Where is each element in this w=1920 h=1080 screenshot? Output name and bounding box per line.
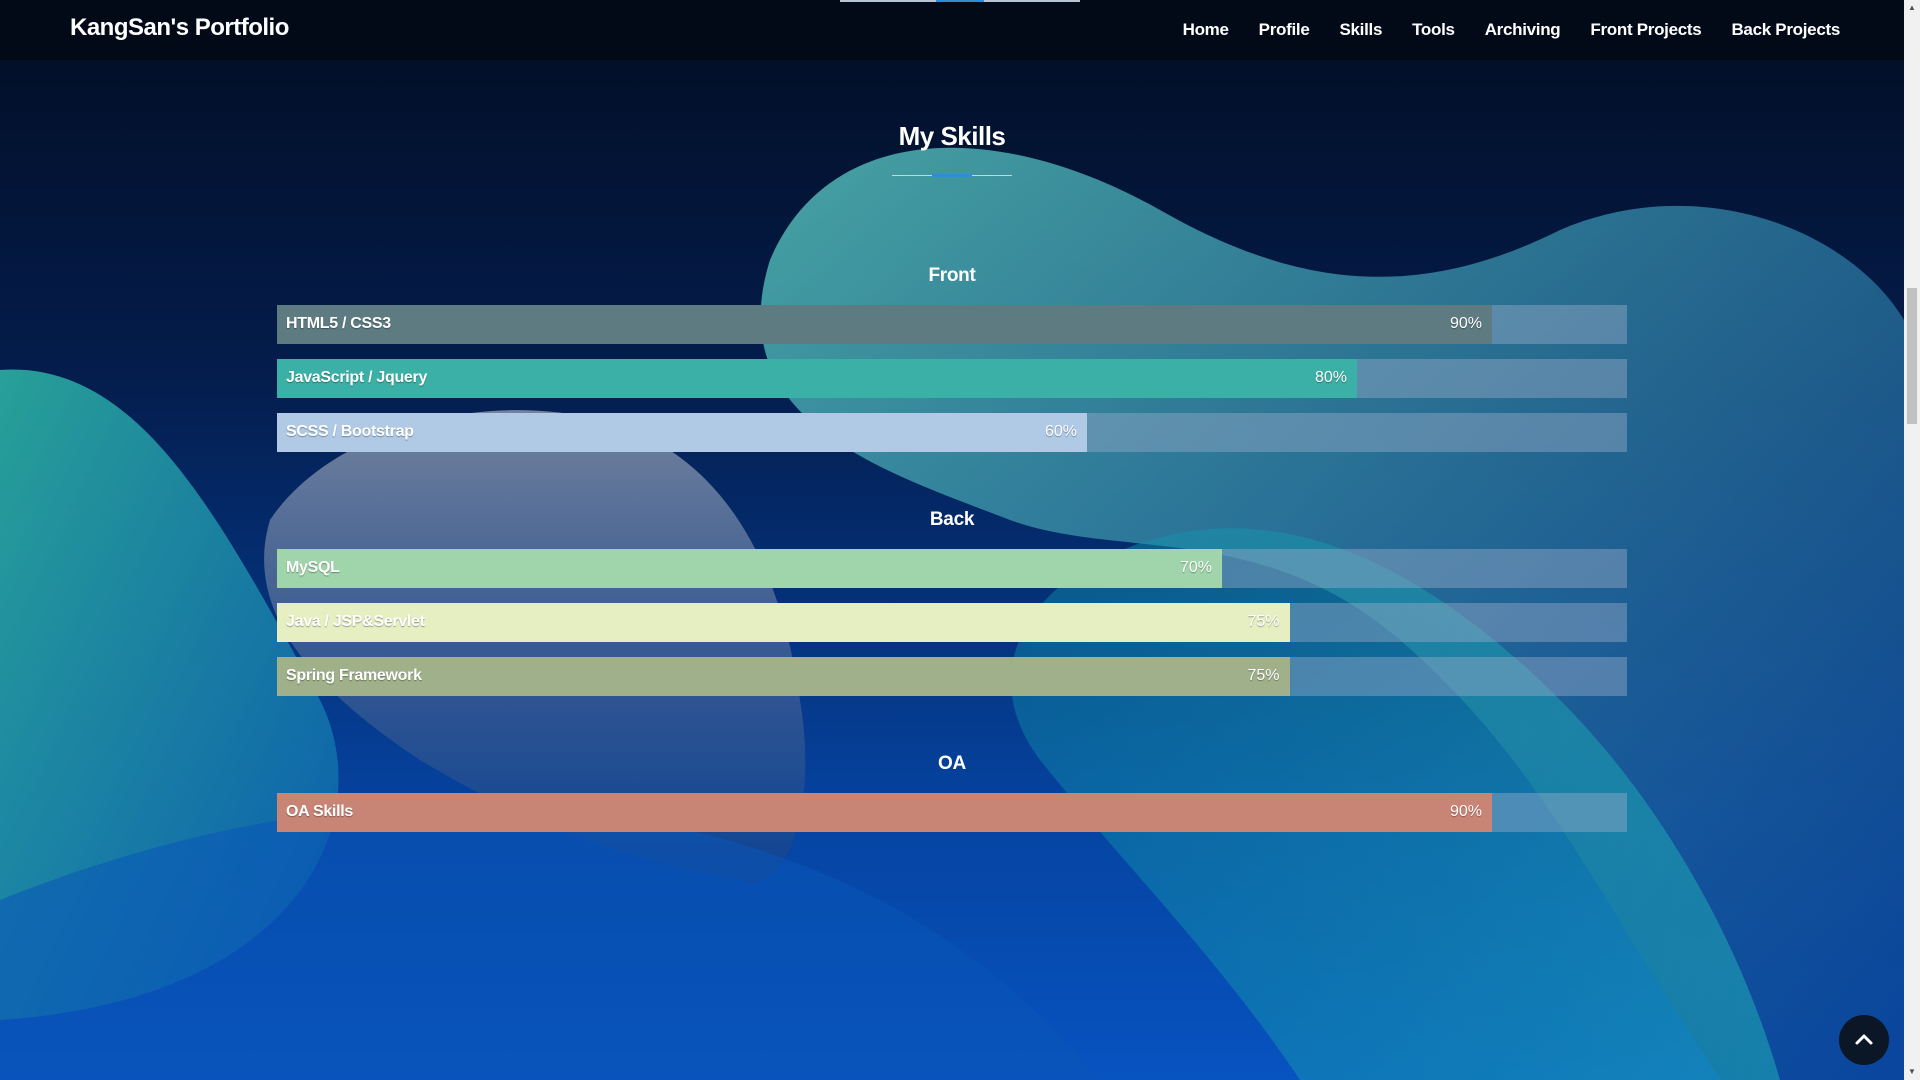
skill-percent: 80% [1314, 369, 1347, 386]
scroll-indicator [840, 0, 1080, 2]
nav-links: Home Profile Skills Tools Archiving Fron… [1183, 20, 1841, 40]
nav-tools[interactable]: Tools [1412, 20, 1455, 40]
skill-name: Java / JSP&Servlet [286, 613, 425, 630]
skill-fill: Java / JSP&Servlet 75% [277, 603, 1290, 642]
scroll-up-arrow-icon[interactable]: ▲ [1904, 0, 1920, 16]
title-underline [892, 174, 1012, 177]
nav-profile[interactable]: Profile [1259, 20, 1310, 40]
group-title-front: Front [928, 265, 976, 286]
skill-name: HTML5 / CSS3 [286, 315, 391, 332]
skill-bar-mysql: MySQL 70% [277, 549, 1627, 588]
nav-front-projects[interactable]: Front Projects [1590, 20, 1701, 40]
skill-fill: MySQL 70% [277, 549, 1222, 588]
skill-percent: 90% [1449, 315, 1482, 332]
section-title: My Skills [898, 121, 1006, 151]
skill-fill: JavaScript / Jquery 80% [277, 359, 1357, 398]
nav-archiving[interactable]: Archiving [1485, 20, 1561, 40]
scroll-thumb[interactable] [1907, 288, 1917, 424]
skill-name: Spring Framework [286, 667, 422, 684]
background-waves [0, 147, 1904, 1080]
nav-back-projects[interactable]: Back Projects [1731, 20, 1840, 40]
nav-home[interactable]: Home [1183, 20, 1229, 40]
background [0, 0, 1904, 1080]
navbar: KangSan's Portfolio Home Profile Skills … [0, 0, 1904, 60]
skill-bar-oa: OA Skills 90% [277, 793, 1627, 832]
skill-bar-spring: Spring Framework 75% [277, 657, 1627, 696]
scrollbar[interactable]: ▲ ▼ [1904, 0, 1920, 1080]
scroll-top-button[interactable] [1839, 1015, 1889, 1065]
skill-percent: 60% [1044, 423, 1077, 440]
skill-name: JavaScript / Jquery [286, 369, 428, 386]
skill-percent: 75% [1247, 613, 1280, 630]
skill-name: MySQL [286, 559, 340, 576]
skill-percent: 90% [1449, 803, 1482, 820]
group-title-oa: OA [938, 753, 966, 774]
skill-fill: SCSS / Bootstrap 60% [277, 413, 1087, 452]
skill-fill: HTML5 / CSS3 90% [277, 305, 1492, 344]
skill-bar-java: Java / JSP&Servlet 75% [277, 603, 1627, 642]
skill-bar-html-css: HTML5 / CSS3 90% [277, 305, 1627, 344]
skill-bar-scss: SCSS / Bootstrap 60% [277, 413, 1627, 452]
title-underline-accent [932, 174, 972, 177]
scroll-down-arrow-icon[interactable]: ▼ [1904, 1064, 1920, 1080]
nav-skills[interactable]: Skills [1339, 20, 1382, 40]
scroll-indicator-active [936, 0, 984, 2]
skill-percent: 75% [1247, 667, 1280, 684]
skill-fill: Spring Framework 75% [277, 657, 1290, 696]
skill-fill: OA Skills 90% [277, 793, 1492, 832]
skill-name: SCSS / Bootstrap [286, 423, 414, 440]
skill-name: OA Skills [286, 803, 353, 820]
chevron-up-icon [1855, 1034, 1873, 1045]
skill-percent: 70% [1179, 559, 1212, 576]
skill-bar-javascript: JavaScript / Jquery 80% [277, 359, 1627, 398]
group-title-back: Back [929, 509, 975, 530]
brand-logo[interactable]: KangSan's Portfolio [70, 14, 289, 42]
